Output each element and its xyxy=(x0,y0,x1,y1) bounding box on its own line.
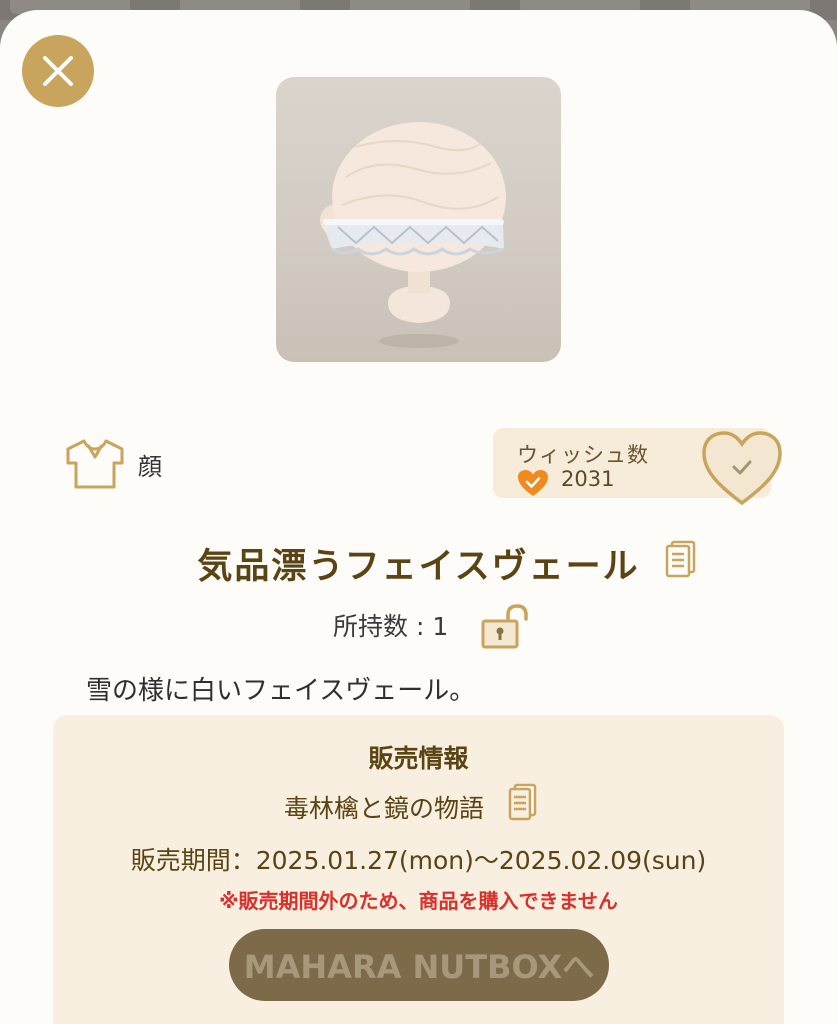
heart-check-icon[interactable] xyxy=(700,425,784,509)
item-detail-sheet: 顔 ウィッシュ数 2031 気品漂うフェイスヴェール 所持数 : 1 雪の様に白… xyxy=(0,10,837,1024)
heart-icon xyxy=(518,470,548,496)
sale-story-title: 毒林檎と鏡の物語 xyxy=(284,794,485,823)
mahara-nutbox-button[interactable]: MAHARA NUTBOXへ xyxy=(229,929,609,1001)
owned-count: 所持数 : 1 xyxy=(333,612,449,641)
item-image xyxy=(276,77,561,362)
item-category: 顔 xyxy=(64,437,162,491)
wish-count-value: 2031 xyxy=(561,467,615,491)
close-button[interactable] xyxy=(22,35,94,107)
wish-count-label: ウィッシュ数 xyxy=(517,443,649,467)
sale-info-heading: 販売情報 xyxy=(368,744,469,773)
document-icon[interactable] xyxy=(664,540,698,578)
item-name: 気品漂うフェイスヴェール xyxy=(197,547,640,587)
category-label: 顔 xyxy=(138,452,162,481)
shirt-icon xyxy=(66,439,124,489)
sale-info-panel: 販売情報 毒林檎と鏡の物語 販売期間：2025.01.27(mon)〜2025.… xyxy=(53,715,784,1024)
item-description: 雪の様に白いフェイスヴェール。 xyxy=(86,676,476,706)
sale-warning: ※販売期間外のため、商品を購入できません xyxy=(219,889,618,913)
document-icon[interactable] xyxy=(508,783,538,821)
lock-open-icon[interactable] xyxy=(480,603,530,649)
sale-period: 販売期間：2025.01.27(mon)〜2025.02.09(sun) xyxy=(130,846,707,875)
close-icon xyxy=(43,56,73,86)
